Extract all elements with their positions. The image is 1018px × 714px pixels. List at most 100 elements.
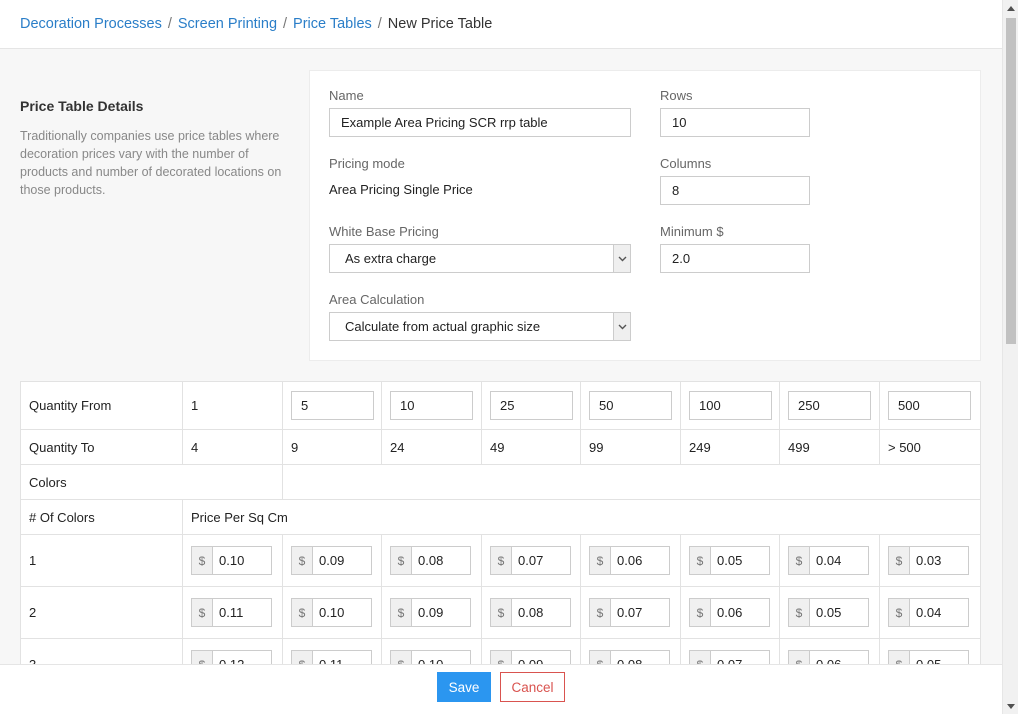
price-value[interactable]: 0.05 [810, 599, 841, 626]
price-cell: $0.06 [680, 586, 780, 639]
currency-addon: $ [690, 547, 711, 574]
price-input[interactable]: $0.11 [191, 598, 272, 627]
breadcrumb-separator: / [283, 16, 288, 32]
breadcrumb-link-decoration-processes[interactable]: Decoration Processes [20, 16, 162, 32]
breadcrumb: Decoration Processes / Screen Printing / Pri… [0, 0, 1002, 49]
price-value[interactable]: 0.09 [412, 599, 443, 626]
price-cell: $0.09 [381, 586, 482, 639]
area-calculation-select[interactable]: Calculate from actual graphic size [329, 312, 631, 341]
price-input[interactable]: $0.10 [191, 546, 272, 575]
price-cell: $0.09 [282, 534, 382, 587]
quantity-from-input[interactable]: 10 [390, 391, 473, 420]
num-colors-value: 1 [20, 534, 183, 587]
minimum-input[interactable]: 2.0 [660, 244, 810, 273]
scroll-down-icon[interactable] [1003, 698, 1018, 714]
name-input[interactable]: Example Area Pricing SCR rrp table [329, 108, 631, 137]
price-input[interactable]: $0.04 [788, 546, 869, 575]
quantity-to-value: > 500 [879, 429, 981, 465]
price-value[interactable]: 0.11 [213, 599, 243, 626]
price-value[interactable]: 0.04 [810, 547, 841, 574]
price-input[interactable]: $0.09 [390, 598, 471, 627]
chevron-down-icon[interactable] [613, 245, 630, 272]
currency-addon: $ [391, 599, 412, 626]
price-value[interactable]: 0.10 [213, 547, 244, 574]
price-input[interactable]: $0.06 [589, 546, 670, 575]
quantity-to-value: 24 [381, 429, 482, 465]
page: Decoration Processes / Screen Printing / Pri… [0, 0, 1002, 714]
price-input[interactable]: $0.07 [589, 598, 670, 627]
price-value[interactable]: 0.10 [313, 599, 344, 626]
colors-empty-cell [282, 464, 981, 500]
price-input[interactable]: $0.09 [291, 546, 372, 575]
price-cell: $0.11 [182, 586, 283, 639]
breadcrumb-link-price-tables[interactable]: Price Tables [293, 16, 372, 32]
quantity-from-input[interactable]: 50 [589, 391, 672, 420]
quantity-from-label: Quantity From [20, 381, 183, 430]
price-input[interactable]: $0.07 [490, 546, 571, 575]
price-input[interactable]: $0.05 [689, 546, 770, 575]
price-cell: $0.08 [381, 534, 482, 587]
currency-addon: $ [590, 599, 611, 626]
quantity-from-input[interactable]: 5 [291, 391, 374, 420]
currency-addon: $ [889, 547, 910, 574]
quantity-from-first: 1 [182, 381, 283, 430]
colors-label: Colors [20, 464, 283, 500]
quantity-from-input[interactable]: 100 [689, 391, 772, 420]
columns-label: Columns [660, 156, 712, 171]
scroll-up-icon[interactable] [1003, 0, 1018, 16]
price-input[interactable]: $0.05 [788, 598, 869, 627]
currency-addon: $ [192, 599, 213, 626]
price-value[interactable]: 0.08 [512, 599, 543, 626]
chevron-down-icon[interactable] [613, 313, 630, 340]
price-value[interactable]: 0.07 [512, 547, 543, 574]
save-button[interactable]: Save [437, 672, 491, 702]
breadcrumb-current: New Price Table [387, 16, 493, 32]
currency-addon: $ [192, 547, 213, 574]
price-value[interactable]: 0.06 [711, 599, 742, 626]
price-value[interactable]: 0.06 [611, 547, 642, 574]
quantity-to-value: 249 [680, 429, 780, 465]
area-calculation-label: Area Calculation [329, 292, 425, 307]
price-value[interactable]: 0.09 [313, 547, 344, 574]
price-cell: $0.10 [282, 586, 382, 639]
cancel-button[interactable]: Cancel [500, 672, 565, 702]
price-cell: $0.05 [680, 534, 780, 587]
quantity-from-input[interactable]: 500 [888, 391, 971, 420]
breadcrumb-separator: / [167, 16, 172, 32]
section-title: Price Table Details [20, 98, 144, 114]
price-input[interactable]: $0.04 [888, 598, 969, 627]
vertical-scrollbar[interactable] [1002, 0, 1018, 714]
price-input[interactable]: $0.08 [490, 598, 571, 627]
breadcrumb-link-screen-printing[interactable]: Screen Printing [178, 16, 277, 32]
white-base-pricing-select[interactable]: As extra charge [329, 244, 631, 273]
price-input[interactable]: $0.10 [291, 598, 372, 627]
currency-addon: $ [690, 599, 711, 626]
price-cell: $0.03 [879, 534, 981, 587]
price-row: 2 $0.11 $0.10 $0.09 $0.08 $0.07 $0.06 $0.05 $0.0… [20, 586, 981, 639]
price-cell: $0.08 [481, 586, 581, 639]
name-label: Name [329, 88, 364, 103]
minimum-label: Minimum $ [660, 224, 724, 239]
currency-addon: $ [292, 599, 313, 626]
quantity-to-label: Quantity To [20, 429, 183, 465]
scrollbar-thumb[interactable] [1006, 18, 1016, 344]
price-input[interactable]: $0.08 [390, 546, 471, 575]
price-value[interactable]: 0.07 [611, 599, 642, 626]
price-value[interactable]: 0.03 [910, 547, 941, 574]
price-row: 1 $0.10 $0.09 $0.08 $0.07 $0.06 $0.05 $0.04 $0.0… [20, 534, 981, 587]
quantity-from-row: Quantity From 1 5 10 25 50 100 250 500 [20, 381, 981, 430]
price-value[interactable]: 0.04 [910, 599, 941, 626]
price-value[interactable]: 0.05 [711, 547, 742, 574]
rows-label: Rows [660, 88, 693, 103]
quantity-from-input[interactable]: 25 [490, 391, 573, 420]
quantity-to-value: 4 [182, 429, 283, 465]
price-cell: $0.10 [182, 534, 283, 587]
breadcrumb-separator: / [377, 16, 382, 32]
quantity-from-input[interactable]: 250 [788, 391, 871, 420]
columns-input[interactable]: 8 [660, 176, 810, 205]
price-input[interactable]: $0.06 [689, 598, 770, 627]
price-value[interactable]: 0.08 [412, 547, 443, 574]
rows-input[interactable]: 10 [660, 108, 810, 137]
price-input[interactable]: $0.03 [888, 546, 969, 575]
quantity-to-row: Quantity To 4 9 24 49 99 249 499 > 500 [20, 429, 981, 465]
